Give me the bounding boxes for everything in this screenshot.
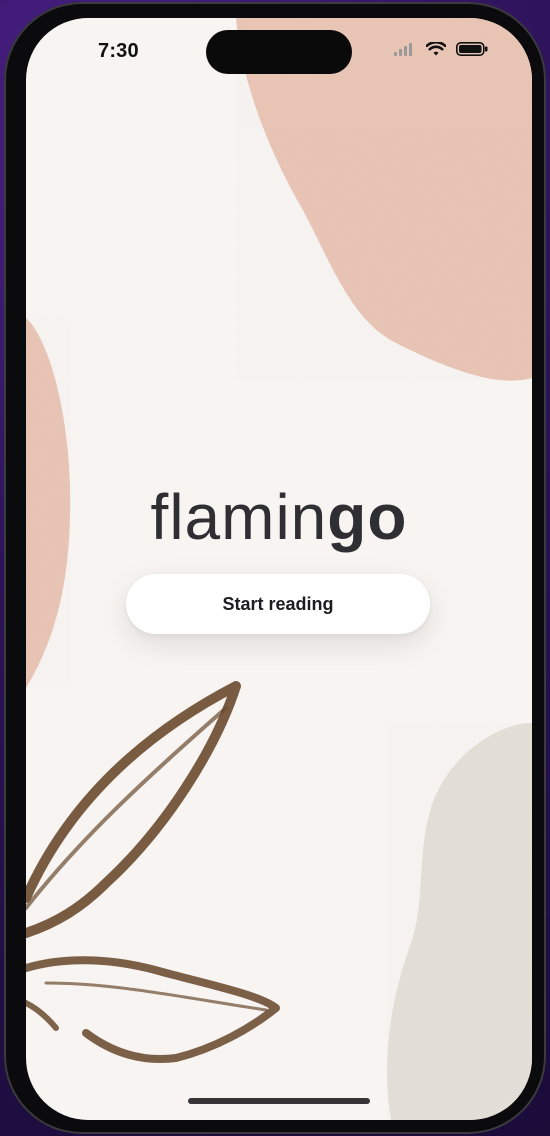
status-time: 7:30 bbox=[98, 40, 139, 62]
signal-icon bbox=[394, 43, 412, 56]
battery-icon bbox=[456, 42, 488, 56]
leaf-bottom bbox=[26, 956, 280, 1063]
leaf-illustration bbox=[26, 681, 280, 1063]
app-logo: flamingo bbox=[26, 480, 532, 554]
logo-text-regular: flamin bbox=[150, 481, 328, 553]
leaf-main-inner bbox=[26, 706, 228, 910]
phone-frame: 7:30 flamingo Start reading bbox=[4, 2, 546, 1134]
dynamic-island bbox=[206, 30, 352, 74]
leaf-main bbox=[26, 681, 241, 938]
status-icons bbox=[394, 42, 488, 56]
beige-blob-bottom-right bbox=[387, 723, 532, 1120]
home-indicator[interactable] bbox=[188, 1098, 370, 1104]
app-screen: 7:30 flamingo Start reading bbox=[26, 18, 532, 1120]
background-illustration bbox=[26, 18, 532, 1120]
status-bar: 7:30 bbox=[26, 18, 532, 78]
leaf-stem bbox=[26, 1000, 59, 1031]
logo-text-bold: go bbox=[327, 481, 408, 553]
start-reading-button[interactable]: Start reading bbox=[126, 574, 430, 634]
wifi-icon bbox=[426, 42, 446, 56]
